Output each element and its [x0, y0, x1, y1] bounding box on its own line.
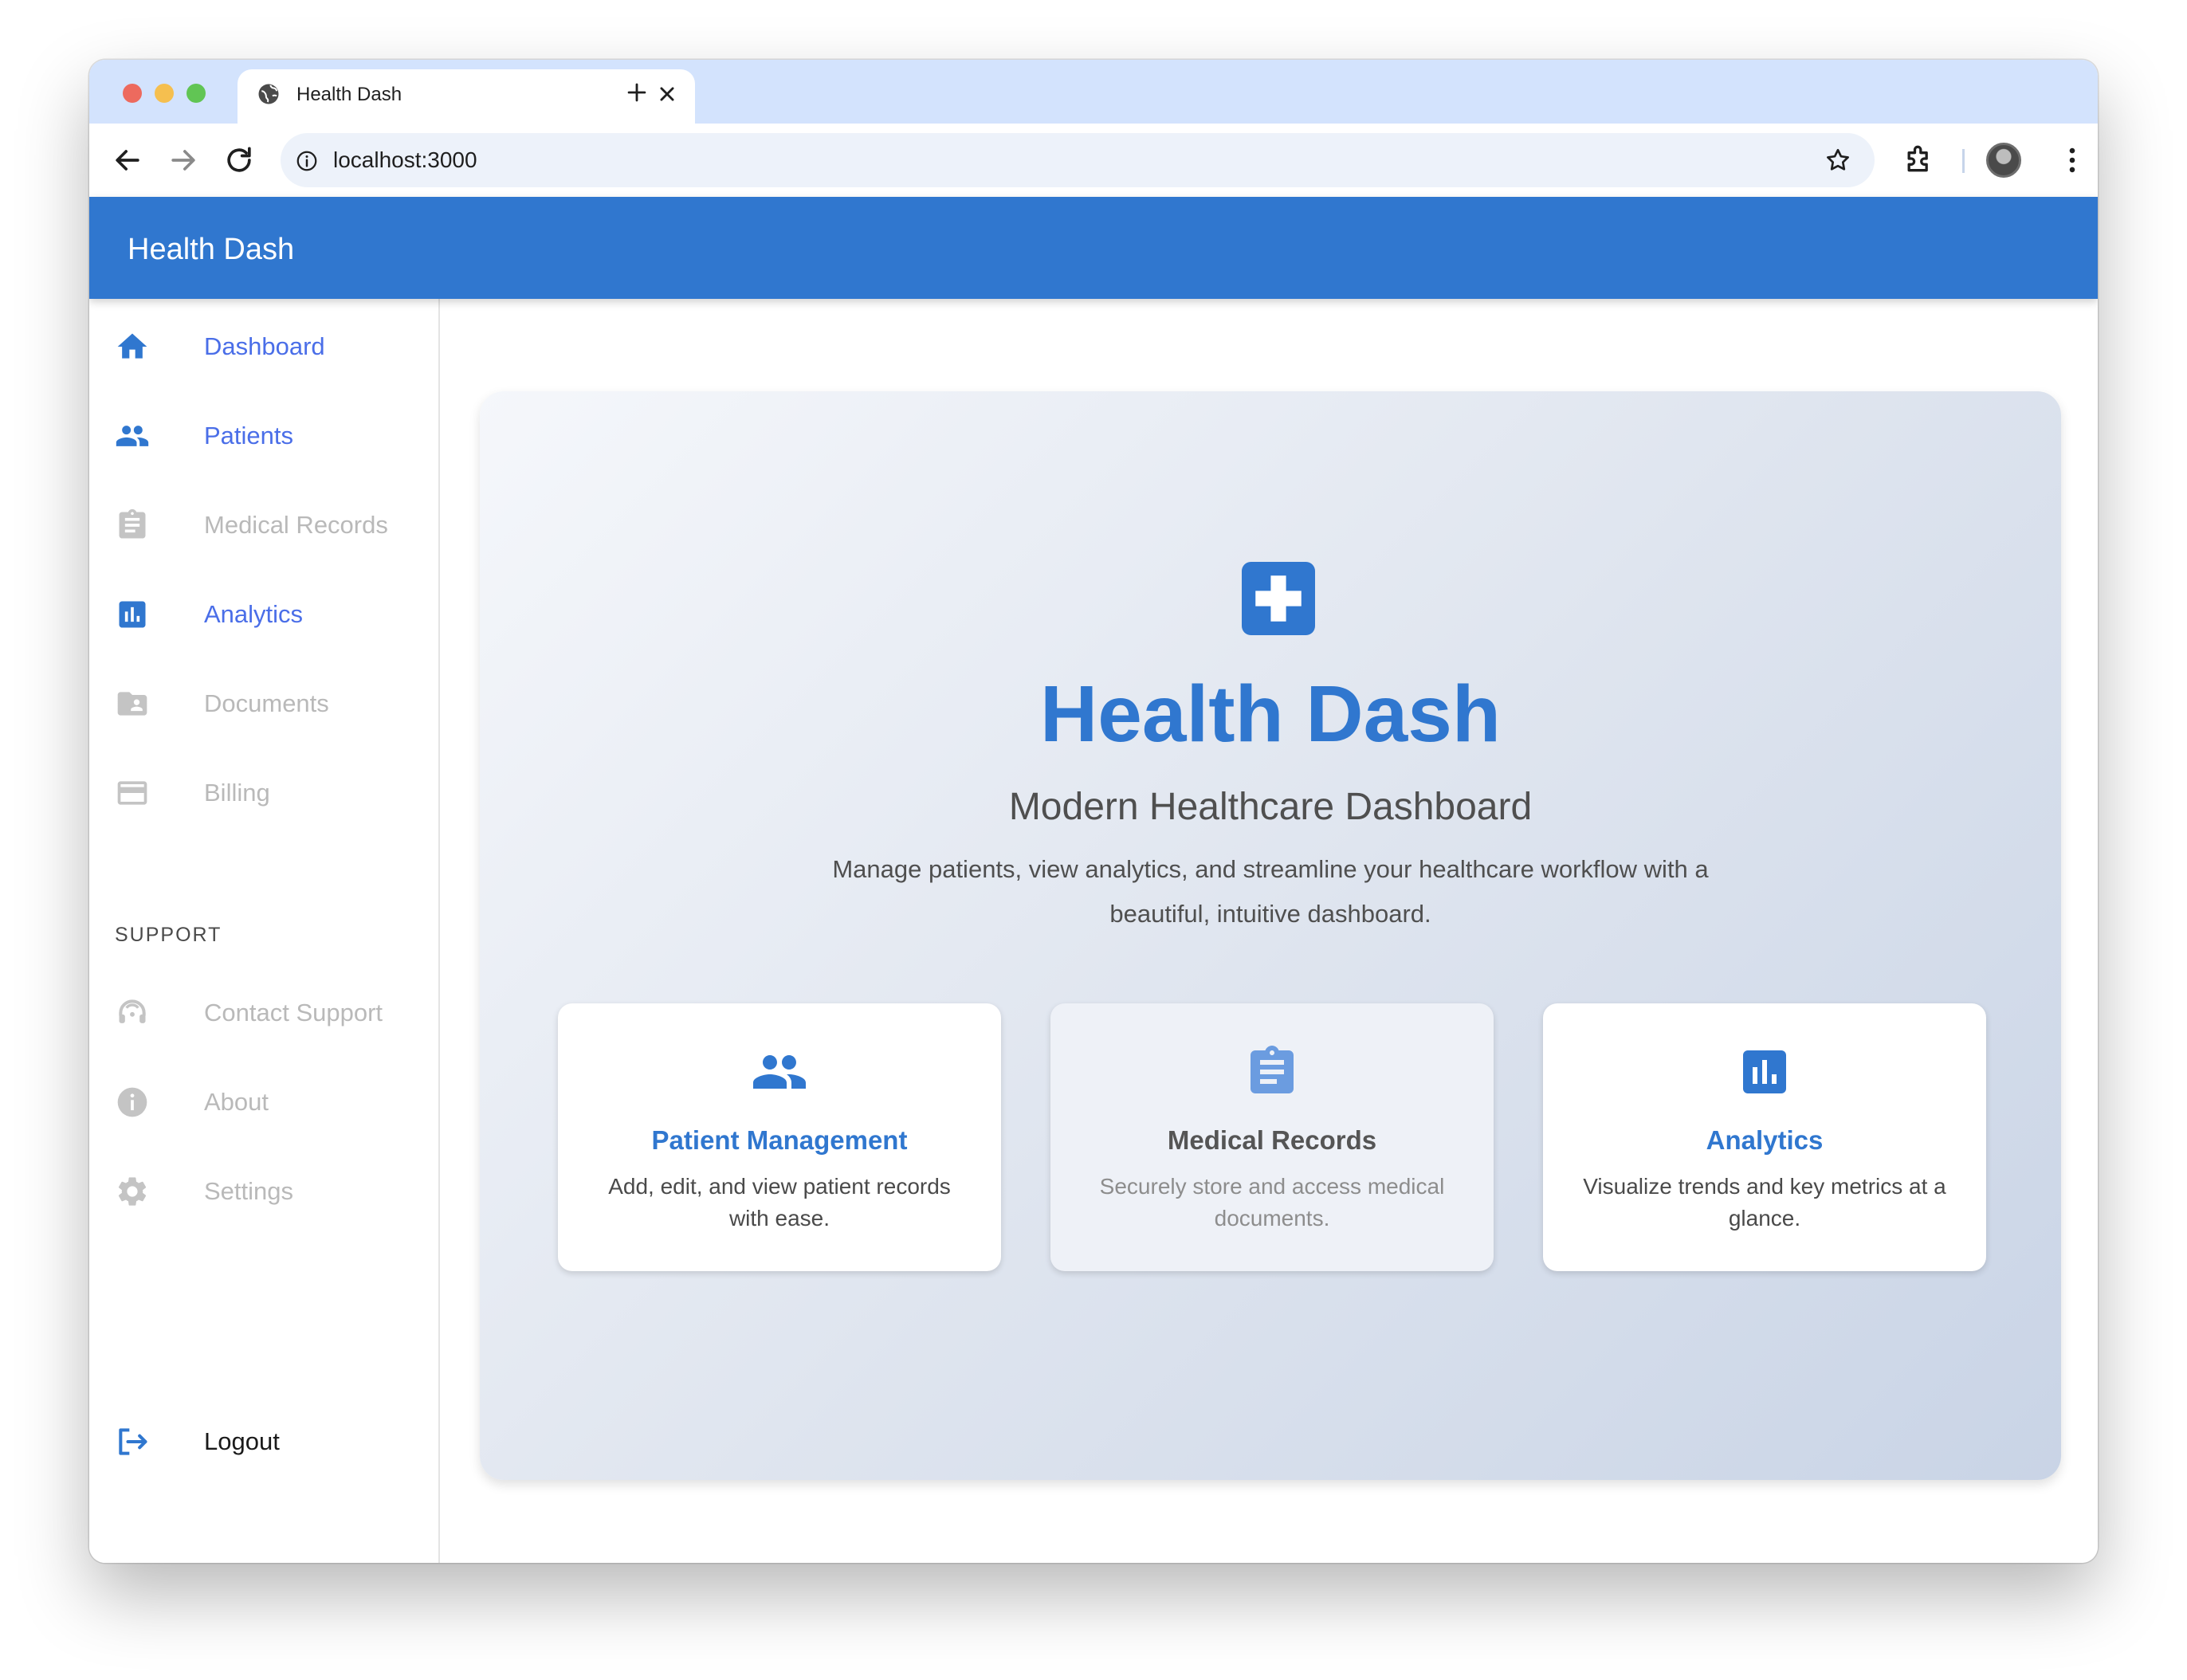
close-tab-icon[interactable]: [654, 80, 681, 108]
credit-card-icon: [117, 781, 147, 805]
support-section-header: SUPPORT: [115, 924, 222, 946]
sidebar-item-documents[interactable]: Documents: [89, 656, 438, 745]
browser-window: Health Dash localhost:3000 Health Dash D…: [89, 60, 2098, 1563]
feature-card-title: Analytics: [1706, 1125, 1824, 1155]
tab-title: Health Dash: [296, 84, 402, 105]
extensions-icon[interactable]: [1902, 141, 1937, 176]
sidebar-item-contact-support[interactable]: Contact Support: [89, 965, 438, 1054]
app-title: Health Dash: [128, 233, 295, 266]
sidebar-item-label: Documents: [204, 689, 329, 717]
new-tab-icon[interactable]: [623, 79, 650, 106]
feature-card-title: Patient Management: [651, 1125, 908, 1155]
headset-icon: [119, 999, 146, 1023]
gear-icon: [118, 1177, 147, 1206]
sidebar-item-label: Analytics: [204, 600, 304, 628]
feature-card-medical-records[interactable]: Medical Records Securely store and acces…: [1050, 1003, 1494, 1271]
feature-card-patient-management[interactable]: Patient Management Add, edit, and view p…: [558, 1003, 1001, 1271]
app-bar: Health Dash: [89, 197, 2098, 299]
people-icon: [753, 1055, 806, 1089]
hero-subtitle: Modern Healthcare Dashboard: [1008, 786, 1533, 828]
sidebar-item-label: Patients: [204, 422, 294, 449]
bookmark-star-icon[interactable]: [1824, 146, 1852, 175]
feature-card-analytics[interactable]: Analytics Visualize trends and key metri…: [1543, 1003, 1986, 1271]
browser-menu-icon[interactable]: [2055, 143, 2090, 178]
sidebar-item-analytics[interactable]: Analytics: [89, 567, 438, 656]
site-info-icon[interactable]: [295, 149, 319, 173]
browser-toolbar: localhost:3000: [89, 124, 2098, 197]
hero-panel: Health Dash Modern Healthcare Dashboard …: [480, 391, 2061, 1480]
profile-avatar[interactable]: [1986, 143, 2021, 178]
sidebar-item-settings[interactable]: Settings: [89, 1144, 438, 1233]
close-window-button[interactable]: [123, 84, 142, 103]
sidebar-item-about[interactable]: About: [89, 1054, 438, 1144]
logout-button[interactable]: Logout: [89, 1394, 438, 1483]
people-icon: [116, 426, 149, 446]
maximize-window-button[interactable]: [187, 84, 206, 103]
clipboard-icon: [1251, 1046, 1294, 1093]
hero-description: Manage patients, view analytics, and str…: [832, 855, 1709, 928]
feature-card-description: Securely store and access medical docume…: [1099, 1174, 1445, 1231]
sidebar-item-label: About: [204, 1088, 269, 1116]
feature-card-description: Visualize trends and key metrics at a gl…: [1583, 1174, 1946, 1231]
globe-icon: [258, 84, 279, 104]
sidebar-item-medical-records[interactable]: Medical Records: [89, 477, 438, 567]
back-icon[interactable]: [110, 143, 145, 178]
folder-user-icon: [117, 692, 147, 716]
minimize-window-button[interactable]: [155, 84, 174, 103]
sidebar-item-dashboard[interactable]: Dashboard: [89, 299, 438, 388]
info-icon: [117, 1087, 147, 1117]
sidebar-item-label: Billing: [204, 779, 270, 807]
logout-icon: [119, 1428, 147, 1455]
sidebar-item-patients[interactable]: Patients: [89, 388, 438, 477]
logout-label: Logout: [204, 1427, 280, 1455]
bar-chart-icon: [119, 601, 146, 628]
feature-card-description: Add, edit, and view patient records with…: [608, 1174, 951, 1231]
sidebar-item-label: Medical Records: [204, 511, 388, 539]
feature-card-title: Medical Records: [1167, 1125, 1377, 1155]
sidebar-item-billing[interactable]: Billing: [89, 745, 438, 834]
sidebar-item-label: Dashboard: [204, 332, 325, 360]
bar-chart-icon: [1743, 1050, 1786, 1093]
hero-title: Health Dash: [1040, 669, 1501, 759]
tab-strip: Health Dash: [89, 60, 2098, 124]
medical-cross-icon: [1242, 562, 1315, 635]
reload-icon[interactable]: [222, 143, 257, 178]
home-icon: [117, 333, 147, 359]
forward-icon[interactable]: [166, 143, 201, 178]
url-text: localhost:3000: [333, 147, 477, 172]
sidebar-item-label: Settings: [204, 1177, 294, 1205]
address-bar[interactable]: localhost:3000: [281, 133, 1875, 187]
main-content: Health Dash Modern Healthcare Dashboard …: [440, 299, 2098, 1563]
sidebar: Dashboard Patients Medical Records Analy…: [89, 299, 440, 1563]
sidebar-item-label: Contact Support: [204, 999, 383, 1026]
clipboard-icon: [119, 508, 146, 539]
toolbar-divider: [1962, 149, 1965, 173]
